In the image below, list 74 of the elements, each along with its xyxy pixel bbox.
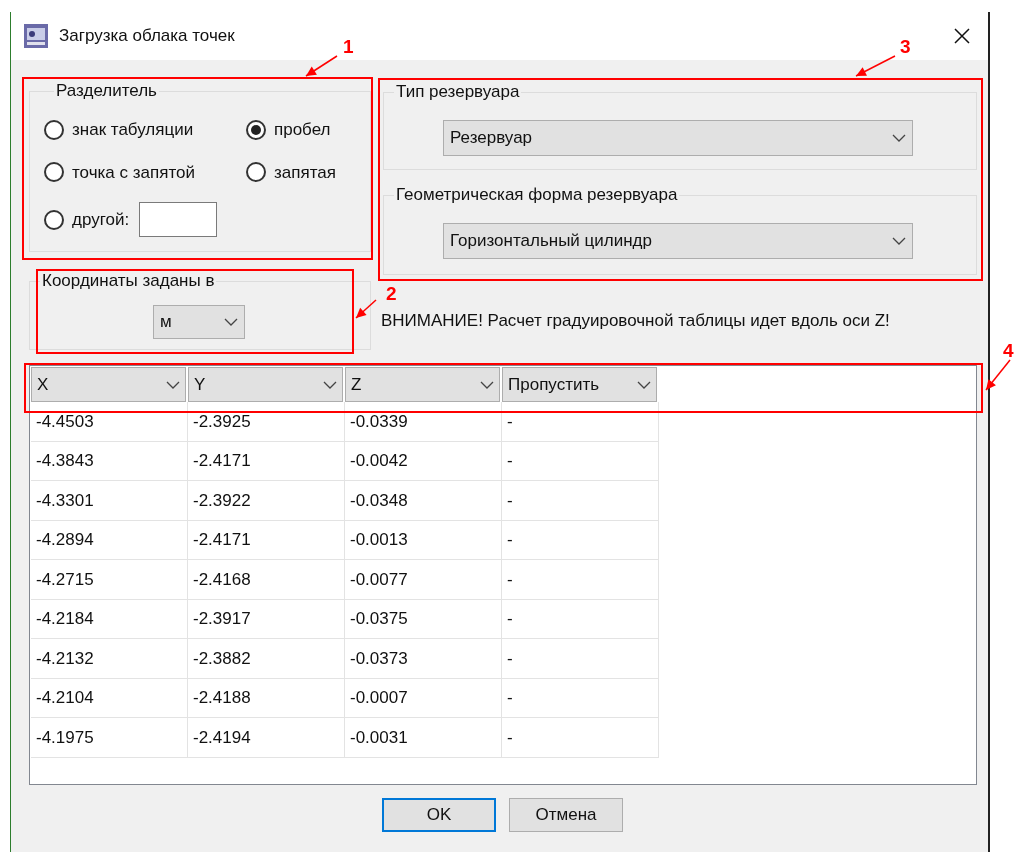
table-cell: -0.0375 (345, 599, 502, 639)
radio-option[interactable]: запятая (246, 159, 366, 185)
table-cell: - (502, 599, 659, 639)
table-cell: -2.4194 (188, 718, 345, 758)
table-cell: -4.2184 (31, 599, 188, 639)
callout-arrow (355, 299, 377, 319)
table-cell: -2.4188 (188, 678, 345, 718)
callout-arrow (305, 55, 338, 77)
table-cell: -4.4503 (31, 402, 188, 442)
column-header[interactable]: Пропустить (502, 367, 657, 402)
table-cell: -2.3925 (188, 402, 345, 442)
chevron-down-icon (892, 237, 906, 245)
chevron-down-icon (224, 318, 238, 326)
warning-text: ВНИМАНИЕ! Расчет градуировочной таблицы идет вдоль оси Z! (381, 310, 891, 332)
table-cell: -4.3843 (31, 441, 188, 481)
text-field[interactable] (139, 202, 218, 237)
table-cell: -2.3922 (188, 481, 345, 521)
chevron-down-icon (892, 134, 906, 142)
column-header[interactable]: X (31, 367, 186, 402)
table-cell: -2.3882 (188, 639, 345, 679)
table-cell: -4.2132 (31, 639, 188, 679)
column-header[interactable]: Z (345, 367, 500, 402)
chevron-down-icon (637, 380, 651, 389)
table-cell: -0.0031 (345, 718, 502, 758)
table-cell: - (502, 441, 659, 481)
table-cell: -2.4171 (188, 520, 345, 560)
table-cell: -4.1975 (31, 718, 188, 758)
radio-option[interactable]: пробел (246, 117, 366, 143)
table-cell: -4.2894 (31, 520, 188, 560)
group-label: Тип резервуара (395, 82, 521, 102)
table-cell: - (502, 718, 659, 758)
table-cell: -2.4168 (188, 560, 345, 600)
table-cell: -0.0013 (345, 520, 502, 560)
group-label: Разделитель (55, 81, 158, 101)
table-cell: -0.0339 (345, 402, 502, 442)
table-cell: -2.3917 (188, 599, 345, 639)
chevron-down-icon (323, 380, 337, 389)
radio-option[interactable]: другой: (44, 206, 130, 233)
close-icon[interactable] (954, 28, 970, 44)
table-cell: - (502, 402, 659, 442)
callout-number: 4 (1003, 341, 1014, 361)
callout-arrow (855, 55, 896, 77)
radio-option[interactable]: точка с запятой (44, 159, 246, 185)
dropdown[interactable]: Резервуар (443, 120, 913, 156)
table-cell: - (502, 639, 659, 679)
table-cell: - (502, 520, 659, 560)
table-cell: - (502, 560, 659, 600)
group-label: Геометрическая форма резервуара (395, 185, 679, 205)
table-cell: -2.4171 (188, 441, 345, 481)
group-label: Координаты заданы в (41, 271, 216, 291)
dropdown[interactable]: Горизонтальный цилиндр (443, 223, 913, 259)
callout-arrow (985, 359, 1011, 391)
window-title: Загрузка облака точек (59, 25, 235, 48)
table-cell: -4.2715 (31, 560, 188, 600)
callout-number: 2 (386, 284, 397, 304)
table-cell: -0.0077 (345, 560, 502, 600)
table-cell: - (502, 481, 659, 521)
table-cell: - (502, 678, 659, 718)
chevron-down-icon (480, 380, 494, 389)
table-cell: -0.0042 (345, 441, 502, 481)
radio-option[interactable]: знак табуляции (44, 117, 246, 143)
table-cell: -4.3301 (31, 481, 188, 521)
table-cell: -0.0348 (345, 481, 502, 521)
table-cell: -0.0373 (345, 639, 502, 679)
ok-button[interactable]: OK (382, 798, 496, 832)
cancel-button[interactable]: Отмена (509, 798, 623, 832)
dropdown[interactable]: м (153, 305, 245, 339)
table-cell: -0.0007 (345, 678, 502, 718)
app-icon (23, 23, 49, 49)
chevron-down-icon (166, 380, 180, 389)
column-header[interactable]: Y (188, 367, 343, 402)
callout-number: 3 (900, 37, 911, 57)
table-cell: -4.2104 (31, 678, 188, 718)
callout-number: 1 (343, 37, 354, 57)
